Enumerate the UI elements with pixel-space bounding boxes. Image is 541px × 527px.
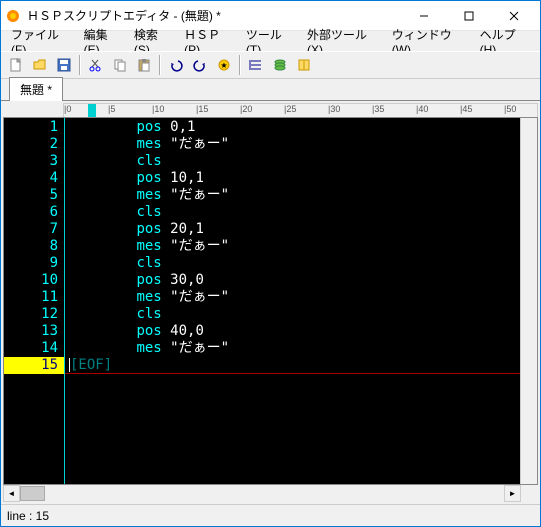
- ruler-mark: |35: [372, 104, 384, 114]
- copy-icon[interactable]: [109, 54, 131, 76]
- code-line[interactable]: mes "だぁー": [69, 136, 520, 153]
- ruler-mark: |30: [328, 104, 340, 114]
- ruler-mark: |25: [284, 104, 296, 114]
- line-number: 12: [4, 306, 64, 323]
- line-number: 13: [4, 323, 64, 340]
- window-title: ＨＳＰスクリプトエディタ - (無題) *: [27, 7, 401, 24]
- line-number: 11: [4, 289, 64, 306]
- horizontal-scrollbar[interactable]: ◄ ►: [3, 485, 521, 502]
- code-area[interactable]: pos 0,1 mes "だぁー" cls pos 10,1 mes "だぁー"…: [64, 118, 520, 484]
- line-number: 9: [4, 255, 64, 272]
- line-number: 7: [4, 221, 64, 238]
- line-number: 14: [4, 340, 64, 357]
- ruler-mark: |45: [460, 104, 472, 114]
- tab-bar: 無題 *: [1, 79, 540, 101]
- code-line[interactable]: pos 0,1: [69, 119, 520, 136]
- line-number: 8: [4, 238, 64, 255]
- run-icon[interactable]: ★: [213, 54, 235, 76]
- status-line: line : 15: [7, 509, 49, 523]
- editor: |0|5|10|15|20|25|30|35|40|45|50 12345678…: [1, 101, 540, 504]
- code-line[interactable]: cls: [69, 153, 520, 170]
- undo-icon[interactable]: [165, 54, 187, 76]
- ruler-mark: |5: [108, 104, 115, 114]
- line-number: 10: [4, 272, 64, 289]
- code-line[interactable]: pos 10,1: [69, 170, 520, 187]
- scroll-left-icon[interactable]: ◄: [3, 485, 20, 502]
- code-line[interactable]: cls: [69, 204, 520, 221]
- tab-document[interactable]: 無題 *: [9, 77, 63, 101]
- separator-icon: [159, 55, 161, 75]
- ruler: |0 |5 |10 |15 |20 |25 |30 |35 |40 |45 |50: [63, 103, 538, 117]
- code-line[interactable]: pos 30,0: [69, 272, 520, 289]
- redo-icon[interactable]: [189, 54, 211, 76]
- ruler-mark: |50: [504, 104, 516, 114]
- app-icon: [5, 8, 21, 24]
- code-line[interactable]: mes "だぁー": [69, 238, 520, 255]
- scroll-corner: [521, 485, 538, 502]
- stack-icon[interactable]: [269, 54, 291, 76]
- separator-icon: [79, 55, 81, 75]
- ruler-mark: |20: [240, 104, 252, 114]
- paste-icon[interactable]: [133, 54, 155, 76]
- ruler-cursor-icon: [88, 104, 96, 117]
- code-line[interactable]: pos 40,0: [69, 323, 520, 340]
- cut-icon[interactable]: [85, 54, 107, 76]
- line-number: 3: [4, 153, 64, 170]
- code-line[interactable]: mes "だぁー": [69, 187, 520, 204]
- save-file-icon[interactable]: [53, 54, 75, 76]
- code-line[interactable]: [EOF]: [69, 357, 520, 374]
- line-number: 1: [4, 119, 64, 136]
- line-number: 5: [4, 187, 64, 204]
- line-number: 4: [4, 170, 64, 187]
- ruler-mark: |40: [416, 104, 428, 114]
- open-file-icon[interactable]: [29, 54, 51, 76]
- book-icon[interactable]: [293, 54, 315, 76]
- new-file-icon[interactable]: [5, 54, 27, 76]
- ruler-mark: |10: [152, 104, 164, 114]
- line-number: 15: [4, 357, 64, 374]
- vertical-scrollbar[interactable]: [520, 118, 537, 484]
- svg-text:★: ★: [220, 61, 227, 70]
- toolbar: ★: [1, 51, 540, 79]
- code-line[interactable]: cls: [69, 255, 520, 272]
- code-line[interactable]: pos 20,1: [69, 221, 520, 238]
- code-line[interactable]: mes "だぁー": [69, 289, 520, 306]
- line-number-gutter: 123456789101112131415: [4, 118, 64, 484]
- separator-icon: [239, 55, 241, 75]
- line-number: 2: [4, 136, 64, 153]
- list-icon[interactable]: [245, 54, 267, 76]
- code-line[interactable]: mes "だぁー": [69, 340, 520, 357]
- scroll-right-icon[interactable]: ►: [504, 485, 521, 502]
- scroll-thumb[interactable]: [20, 486, 45, 501]
- ruler-mark: |0: [64, 104, 71, 114]
- menubar: ファイル(F) 編集(E) 検索(S) ＨＳＰ(P) ツール(T) 外部ツール(…: [1, 31, 540, 51]
- code-line[interactable]: cls: [69, 306, 520, 323]
- line-number: 6: [4, 204, 64, 221]
- statusbar: line : 15: [1, 504, 540, 526]
- ruler-mark: |15: [196, 104, 208, 114]
